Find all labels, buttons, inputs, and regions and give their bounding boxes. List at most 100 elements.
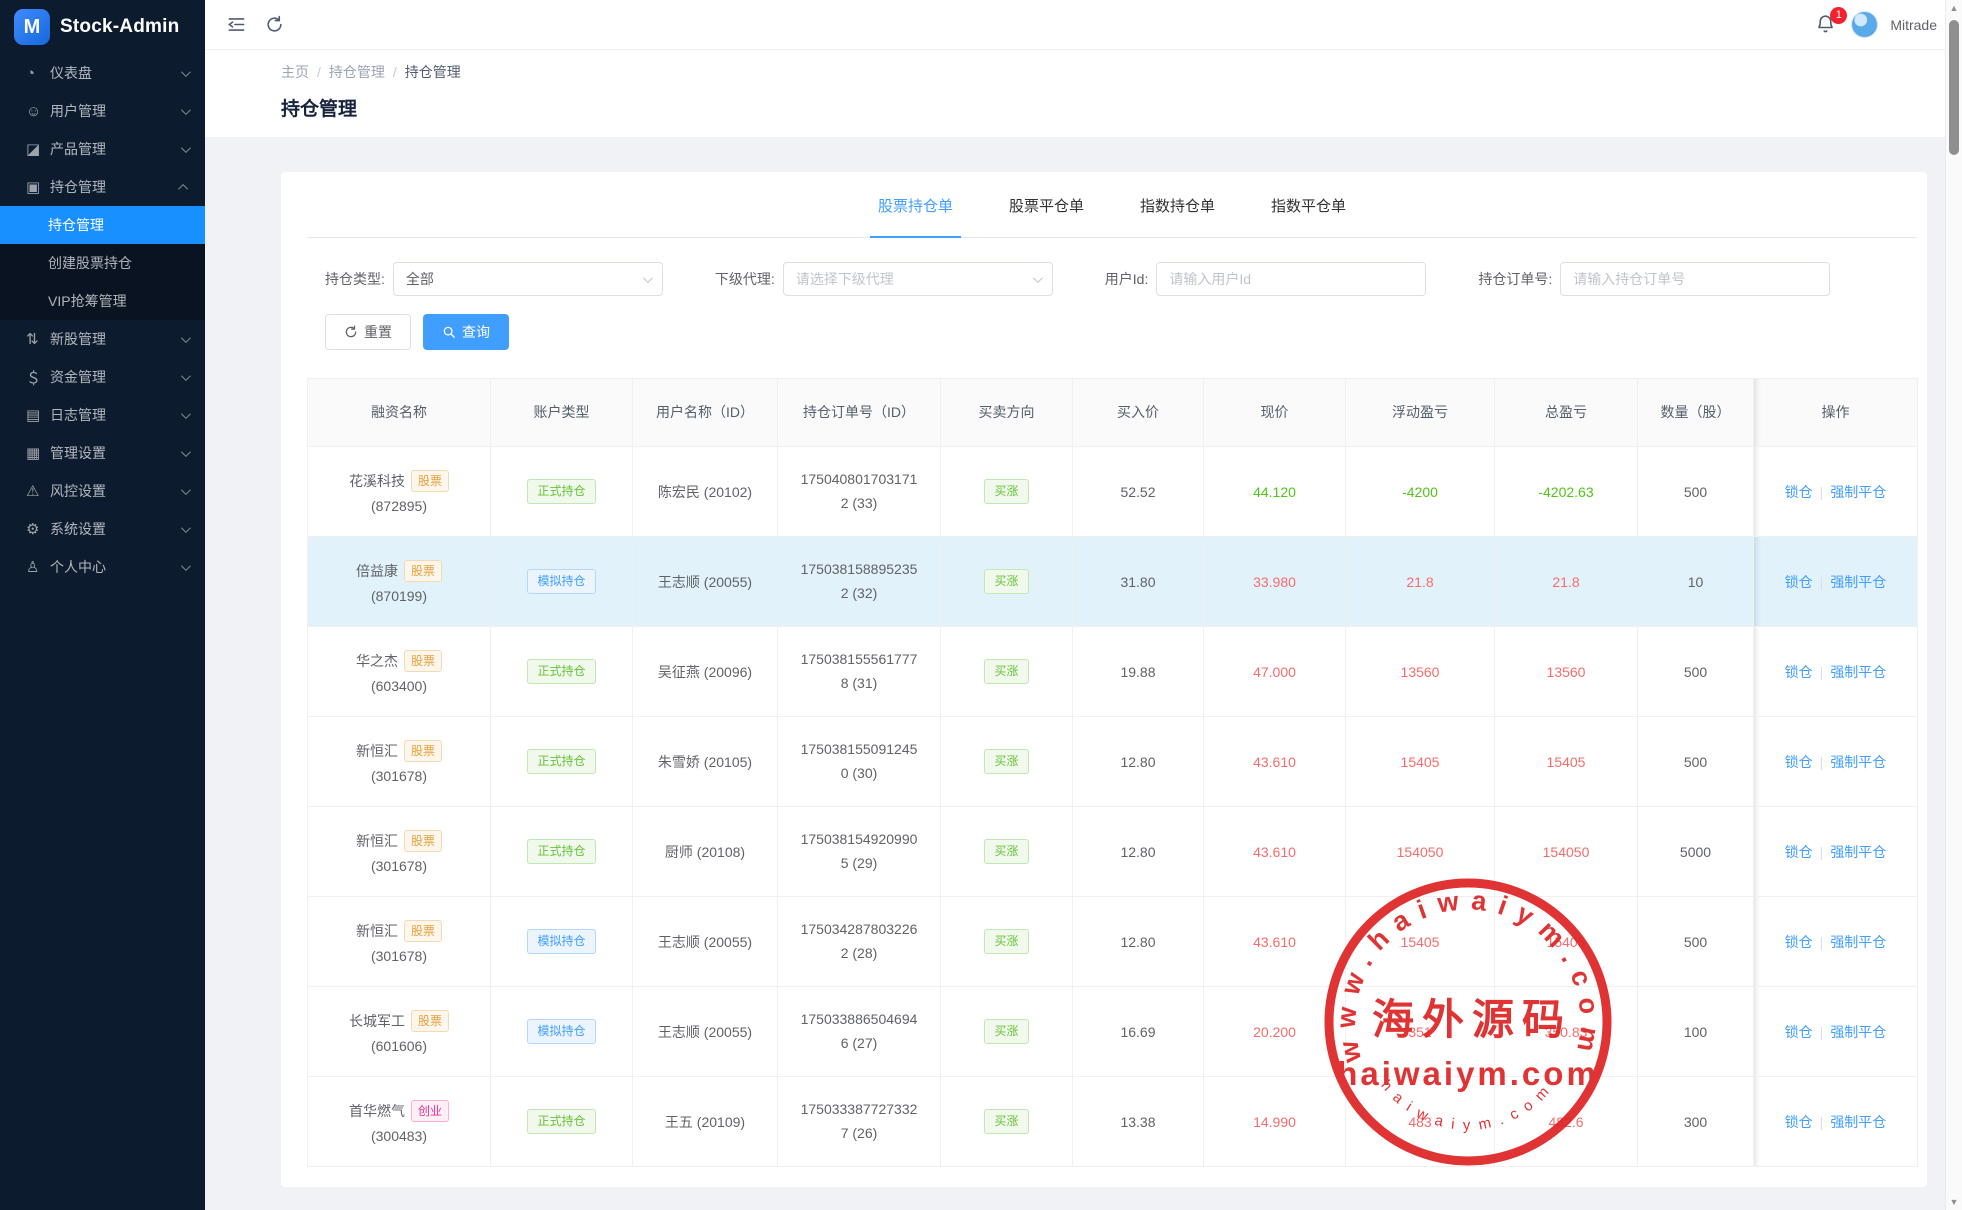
order-id: 1750381549209905 (29) bbox=[798, 828, 920, 876]
risk-settings-icon: ⚠ bbox=[26, 482, 48, 500]
cell-buy-price: 52.52 bbox=[1073, 447, 1204, 537]
sidebar-item-label: 系统设置 bbox=[50, 519, 181, 539]
action-divider: | bbox=[1820, 574, 1824, 590]
cell-total-pl: 15405 bbox=[1495, 717, 1638, 807]
total-pl-value: 15405 bbox=[1547, 934, 1586, 950]
cell-account-type: 正式持仓 bbox=[491, 717, 633, 807]
cell-quantity: 10 bbox=[1638, 537, 1754, 627]
lock-position-link[interactable]: 锁仓 bbox=[1785, 574, 1813, 590]
stock-board-tag: 股票 bbox=[404, 740, 442, 762]
sidebar-collapse-icon[interactable] bbox=[225, 14, 247, 36]
breadcrumb-item[interactable]: 主页 bbox=[281, 62, 309, 82]
force-close-link[interactable]: 强制平仓 bbox=[1830, 1024, 1886, 1040]
cell-actions: 锁仓|强制平仓 bbox=[1754, 627, 1918, 717]
tab-3[interactable]: 指数持仓单 bbox=[1132, 195, 1223, 238]
cell-current-price: 43.610 bbox=[1204, 807, 1346, 897]
chevron-down-icon bbox=[181, 485, 191, 495]
sidebar-item[interactable]: ☺用户管理 bbox=[0, 92, 205, 130]
sidebar-item[interactable]: ＄资金管理 bbox=[0, 358, 205, 396]
sidebar-subitem[interactable]: VIP抢筹管理 bbox=[0, 282, 205, 320]
sidebar-item[interactable]: ⇅新股管理 bbox=[0, 320, 205, 358]
tab-2[interactable]: 股票平仓单 bbox=[1001, 195, 1092, 238]
action-divider: | bbox=[1820, 1114, 1824, 1130]
float-pl-value: 154050 bbox=[1397, 844, 1444, 860]
table-row: 新恒汇股票(301678)正式持仓厨师 (20108)1750381549209… bbox=[308, 807, 1918, 897]
cell-float-pl: 483 bbox=[1346, 1077, 1495, 1167]
cell-user: 王志顺 (20055) bbox=[633, 897, 778, 987]
total-pl-value: 21.8 bbox=[1552, 574, 1579, 590]
system-settings-icon: ⚙ bbox=[26, 520, 48, 538]
sidebar-item[interactable]: ▤日志管理 bbox=[0, 396, 205, 434]
column-header: 持仓订单号（ID） bbox=[778, 379, 941, 447]
lock-position-link[interactable]: 锁仓 bbox=[1785, 1114, 1813, 1130]
force-close-link[interactable]: 强制平仓 bbox=[1830, 484, 1886, 500]
cell-user: 厨师 (20108) bbox=[633, 807, 778, 897]
filter-input[interactable] bbox=[1156, 262, 1426, 296]
column-header: 总盈亏 bbox=[1495, 379, 1638, 447]
stock-board-tag: 股票 bbox=[404, 830, 442, 852]
breadcrumb-item: 持仓管理 bbox=[329, 62, 385, 82]
cell-direction: 买涨 bbox=[941, 537, 1073, 627]
sidebar-item[interactable]: ▦管理设置 bbox=[0, 434, 205, 472]
filter-input[interactable] bbox=[1560, 262, 1830, 296]
stock-board-tag: 股票 bbox=[404, 650, 442, 672]
force-close-link[interactable]: 强制平仓 bbox=[1830, 664, 1886, 680]
admin-settings-icon: ▦ bbox=[26, 444, 48, 462]
breadcrumb-separator: / bbox=[317, 64, 321, 80]
cell-float-pl: 15405 bbox=[1346, 897, 1495, 987]
sidebar-item[interactable]: ⚙系统设置 bbox=[0, 510, 205, 548]
stock-board-tag: 股票 bbox=[411, 1010, 449, 1032]
refresh-icon[interactable] bbox=[263, 14, 285, 36]
sidebar-item[interactable]: ⚠风控设置 bbox=[0, 472, 205, 510]
filter-select[interactable]: 请选择下级代理 bbox=[783, 262, 1053, 296]
filter-label: 用户Id: bbox=[1105, 269, 1149, 289]
sidebar-item[interactable]: ♙个人中心 bbox=[0, 548, 205, 586]
table-row: 花溪科技股票(872895)正式持仓陈宏民 (20102)17504080170… bbox=[308, 447, 1918, 537]
direction-badge: 买涨 bbox=[984, 929, 1028, 954]
page-head: 主页/持仓管理/持仓管理 持仓管理 bbox=[205, 50, 1962, 137]
force-close-link[interactable]: 强制平仓 bbox=[1830, 754, 1886, 770]
cell-user: 王五 (20109) bbox=[633, 1077, 778, 1167]
vertical-scrollbar[interactable]: ▲ ▼ bbox=[1945, 0, 1962, 1210]
filter-select[interactable]: 全部 bbox=[393, 262, 663, 296]
lock-position-link[interactable]: 锁仓 bbox=[1785, 934, 1813, 950]
scrollbar-thumb[interactable] bbox=[1949, 20, 1959, 155]
sidebar-item[interactable]: ◔仪表盘 bbox=[0, 54, 205, 92]
lock-position-link[interactable]: 锁仓 bbox=[1785, 844, 1813, 860]
chevron-down-icon bbox=[181, 333, 191, 343]
cell-direction: 买涨 bbox=[941, 987, 1073, 1077]
filter-label: 下级代理: bbox=[715, 269, 775, 289]
cell-user: 王志顺 (20055) bbox=[633, 537, 778, 627]
tab-1[interactable]: 股票持仓单 bbox=[870, 195, 961, 238]
sidebar-item[interactable]: ◪产品管理 bbox=[0, 130, 205, 168]
notification-bell-icon[interactable]: 1 bbox=[1815, 13, 1839, 37]
column-header: 浮动盈亏 bbox=[1346, 379, 1495, 447]
lock-position-link[interactable]: 锁仓 bbox=[1785, 754, 1813, 770]
cell-total-pl: 15405 bbox=[1495, 897, 1638, 987]
sidebar-subitem-label: VIP抢筹管理 bbox=[48, 293, 127, 309]
sidebar-subitem[interactable]: 持仓管理 bbox=[0, 206, 205, 244]
order-id: 1750381550912450 (30) bbox=[798, 738, 920, 786]
sidebar-item-label: 新股管理 bbox=[50, 329, 181, 349]
user-management-icon: ☺ bbox=[26, 103, 48, 120]
lock-position-link[interactable]: 锁仓 bbox=[1785, 1024, 1813, 1040]
user-avatar[interactable] bbox=[1851, 11, 1878, 38]
account-type-badge: 正式持仓 bbox=[527, 1109, 595, 1134]
scrollbar-up-icon[interactable]: ▲ bbox=[1946, 3, 1962, 13]
lock-position-link[interactable]: 锁仓 bbox=[1785, 484, 1813, 500]
scrollbar-down-icon[interactable]: ▼ bbox=[1946, 1197, 1962, 1207]
cell-current-price: 20.200 bbox=[1204, 987, 1346, 1077]
sidebar-item[interactable]: ▣持仓管理 bbox=[0, 168, 205, 206]
sidebar-subitem[interactable]: 创建股票持仓 bbox=[0, 244, 205, 282]
reset-button[interactable]: 重置 bbox=[325, 314, 411, 350]
tab-4[interactable]: 指数平仓单 bbox=[1263, 195, 1354, 238]
search-button[interactable]: 查询 bbox=[423, 314, 509, 350]
force-close-link[interactable]: 强制平仓 bbox=[1830, 934, 1886, 950]
stock-code: (301678) bbox=[320, 858, 478, 874]
direction-badge: 买涨 bbox=[984, 659, 1028, 684]
force-close-link[interactable]: 强制平仓 bbox=[1830, 844, 1886, 860]
lock-position-link[interactable]: 锁仓 bbox=[1785, 664, 1813, 680]
user-name[interactable]: Mitrade bbox=[1890, 17, 1937, 33]
force-close-link[interactable]: 强制平仓 bbox=[1830, 574, 1886, 590]
force-close-link[interactable]: 强制平仓 bbox=[1830, 1114, 1886, 1130]
